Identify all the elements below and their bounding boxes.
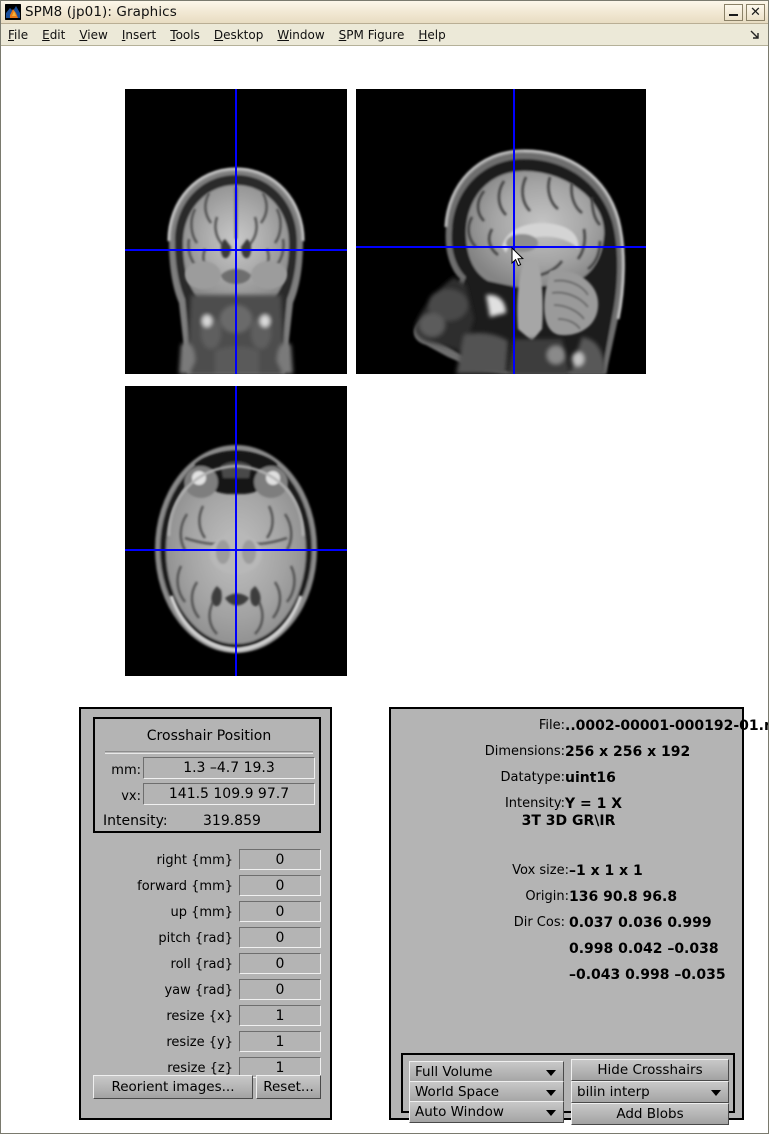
reorient-input-3[interactable]: 0: [239, 927, 321, 948]
reorient-input-5[interactable]: 0: [239, 979, 321, 1000]
close-icon: ✕: [750, 4, 761, 20]
chevron-down-icon: [711, 1090, 721, 1096]
reorient-input-1[interactable]: 0: [239, 875, 321, 896]
mm-value[interactable]: 1.3 –4.7 19.3: [143, 757, 315, 779]
crosshair-separator: [105, 751, 313, 754]
file-info-label-3: Intensity:: [504, 796, 565, 811]
file-info-value-1: 256 x 256 x 192: [565, 744, 691, 760]
scanner-line: 3T 3D GR\IR: [521, 813, 616, 829]
origin-label: Origin:: [525, 889, 569, 904]
menu-spm-figure[interactable]: SPM Figure: [332, 26, 412, 44]
window-select[interactable]: Auto Window: [409, 1101, 564, 1123]
space-select-label: World Space: [415, 1084, 500, 1100]
file-info-panel: File: ..0002-00001-000192-01.nii Dimension…: [389, 707, 768, 1125]
file-info-label-2: Datatype:: [500, 770, 565, 785]
reorient-label-6: resize {x}: [166, 1009, 233, 1024]
matlab-membrane-icon: [5, 4, 21, 20]
volume-select[interactable]: Full Volume: [409, 1061, 564, 1083]
reorient-images-button[interactable]: Reorient images...: [93, 1075, 253, 1099]
reorient-label-0: right {mm}: [156, 853, 233, 868]
menu-edit[interactable]: Edit: [35, 26, 72, 44]
reorient-input-0[interactable]: 0: [239, 849, 321, 870]
file-info-value-3: Y = 1 X: [565, 796, 623, 812]
menu-insert[interactable]: Insert: [115, 26, 163, 44]
dir-cos-row-2: –0.043 0.998 –0.035: [569, 967, 726, 983]
reorient-label-7: resize {y}: [166, 1035, 233, 1050]
menu-desktop[interactable]: Desktop: [207, 26, 271, 44]
figure-canvas: Crosshair Position mm: 1.3 –4.7 19.3 vx:…: [1, 47, 768, 1133]
interp-select[interactable]: bilin interp: [571, 1081, 729, 1103]
dir-cos-row-1: 0.998 0.042 –0.038: [569, 941, 719, 957]
axial-crosshair-horizontal: [125, 549, 347, 551]
window-select-label: Auto Window: [415, 1104, 504, 1120]
close-button[interactable]: ✕: [746, 3, 765, 21]
chevron-down-icon: [546, 1070, 556, 1076]
hide-crosshairs-button[interactable]: Hide Crosshairs: [571, 1059, 729, 1081]
file-info-label-0: File:: [538, 718, 565, 733]
reorient-label-1: forward {mm}: [137, 879, 233, 894]
sagittal-crosshair-vertical: [513, 89, 515, 374]
sagittal-view[interactable]: [356, 89, 646, 374]
vox-size-label: Vox size:: [512, 863, 569, 878]
coronal-view[interactable]: [125, 89, 347, 374]
mm-label: mm:: [111, 763, 141, 778]
chevron-down-icon: [546, 1110, 556, 1116]
coronal-crosshair-vertical: [235, 89, 237, 374]
reset-button[interactable]: Reset...: [256, 1075, 321, 1099]
reorient-label-2: up {mm}: [170, 905, 234, 920]
origin-value: 136 90.8 96.8: [569, 889, 678, 905]
menu-help[interactable]: Help: [411, 26, 452, 44]
axial-view[interactable]: [125, 386, 347, 676]
reorient-label-3: pitch {rad}: [158, 931, 233, 946]
vox-size-value: –1 x 1 x 1: [569, 863, 643, 879]
display-controls-box: Full Volume World Space Auto Window Hide…: [401, 1053, 735, 1125]
reorient-label-4: roll {rad}: [170, 957, 233, 972]
undock-arrow-icon[interactable]: [744, 25, 766, 45]
minimize-icon: [729, 14, 738, 16]
add-blobs-button[interactable]: Add Blobs: [571, 1103, 729, 1125]
file-info-value-0: ..0002-00001-000192-01.nii: [565, 718, 769, 734]
menu-view[interactable]: View: [72, 26, 114, 44]
chevron-down-icon: [546, 1090, 556, 1096]
vx-label: vx:: [121, 789, 141, 804]
reorient-label-8: resize {z}: [167, 1061, 233, 1076]
file-info-label-1: Dimensions:: [484, 744, 565, 759]
minimize-button[interactable]: [724, 3, 743, 21]
reorient-label-5: yaw {rad}: [164, 983, 233, 998]
interp-select-label: bilin interp: [577, 1084, 650, 1100]
space-select[interactable]: World Space: [409, 1081, 564, 1103]
title-bar: SPM8 (jp01): Graphics ✕: [1, 1, 768, 24]
volume-select-label: Full Volume: [415, 1064, 493, 1080]
vx-value[interactable]: 141.5 109.9 97.7: [143, 783, 315, 805]
reorient-input-6[interactable]: 1: [239, 1005, 321, 1026]
sagittal-crosshair-horizontal: [356, 246, 646, 248]
intensity-value: 319.859: [203, 813, 261, 829]
dir-cos-label: Dir Cos:: [513, 915, 565, 930]
reorient-input-2[interactable]: 0: [239, 901, 321, 922]
menu-tools[interactable]: Tools: [163, 26, 207, 44]
axial-crosshair-vertical: [235, 386, 237, 676]
intensity-label: Intensity:: [103, 813, 168, 829]
crosshair-position-title: Crosshair Position: [146, 728, 272, 744]
crosshair-position-box: Crosshair Position mm: 1.3 –4.7 19.3 vx:…: [93, 717, 321, 833]
coronal-crosshair-horizontal: [125, 249, 347, 251]
menu-bar: File Edit View Insert Tools Desktop Wind…: [1, 24, 768, 46]
spm-graphics-window: SPM8 (jp01): Graphics ✕ File Edit View I…: [0, 0, 769, 1134]
menu-window[interactable]: Window: [270, 26, 331, 44]
file-info-value-2: uint16: [565, 770, 616, 786]
reorient-panel: Crosshair Position mm: 1.3 –4.7 19.3 vx:…: [79, 707, 332, 1120]
reorient-input-4[interactable]: 0: [239, 953, 321, 974]
window-title: SPM8 (jp01): Graphics: [25, 4, 177, 20]
reorient-input-7[interactable]: 1: [239, 1031, 321, 1052]
menu-file[interactable]: File: [1, 26, 35, 44]
dir-cos-row-0: 0.037 0.036 0.999: [569, 915, 712, 931]
